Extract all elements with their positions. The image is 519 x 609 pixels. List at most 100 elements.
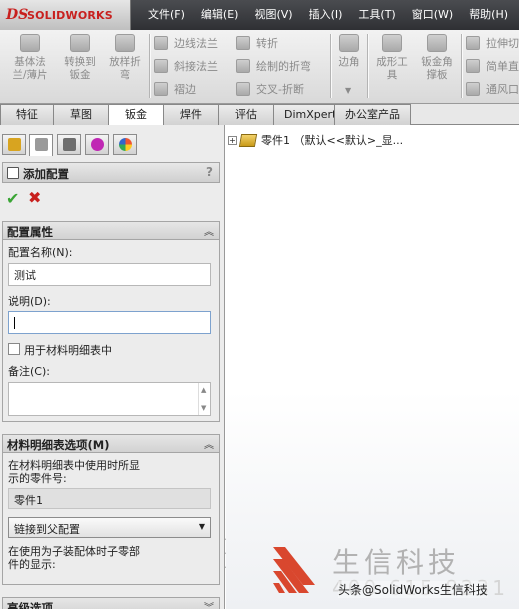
command-manager-tabs: 特征 草图 钣金 焊件 评估 DimXpert 办公室产品 — [0, 104, 519, 125]
menu-file[interactable]: 文件(F) — [140, 0, 193, 30]
lofted-bend-icon — [115, 34, 135, 52]
description-label: 说明(D): — [8, 295, 51, 308]
feature-tree-icon — [8, 138, 21, 151]
gusset-label-2: 撑板 — [426, 69, 448, 81]
forming-tool-button[interactable]: 成形工 具 — [370, 34, 414, 82]
corners-icon — [339, 34, 359, 52]
feature-manager-tab[interactable] — [2, 134, 26, 155]
menu-edit[interactable]: 编辑(E) — [193, 0, 247, 30]
ribbon-divider — [330, 34, 331, 98]
menu-tools[interactable]: 工具(T) — [350, 0, 403, 30]
convert-to-sheet-metal-button[interactable]: 转换到 钣金 — [58, 34, 102, 82]
page-title: 添加配置 — [23, 167, 69, 181]
corners-label: 边角 — [338, 56, 360, 68]
help-button[interactable]: ? — [206, 165, 213, 179]
comment-field[interactable]: ▲ ▼ — [8, 382, 211, 416]
group-header[interactable]: 高级选项 ︾ — [3, 598, 219, 609]
configuration-manager-tab[interactable] — [57, 134, 81, 155]
simple-hole-label: 简单直 — [486, 60, 519, 73]
chevron-down-icon: ▼ — [198, 522, 205, 531]
menu-help[interactable]: 帮助(H) — [461, 0, 516, 30]
simple-hole-button[interactable]: 简单直 — [466, 58, 519, 74]
menu-bar: DS SOLIDWORKS 文件(F) 编辑(E) 视图(V) 插入(I) 工具… — [0, 0, 519, 30]
group-title: 材料明细表选项(M) — [7, 438, 110, 452]
comment-scrollbar[interactable]: ▲ ▼ — [198, 383, 210, 415]
tab-sheet-metal[interactable]: 钣金 — [108, 104, 164, 125]
scroll-down-icon[interactable]: ▼ — [201, 404, 206, 412]
forming-tool-label-1: 成形工 — [376, 56, 408, 68]
dimxpert-target-icon — [91, 138, 104, 151]
ds-logo-mark: DS — [6, 7, 29, 23]
ok-button[interactable]: ✔ — [6, 189, 19, 208]
display-manager-tab[interactable] — [113, 134, 137, 155]
sheet-metal-ribbon: 基体法 兰/薄片 转换到 钣金 放样折 弯 边线法兰 斜接法兰 褶边 转折 绘制… — [0, 30, 519, 104]
expand-icon[interactable]: ︾ — [204, 599, 214, 609]
sheet-metal-gusset-button[interactable]: 钣金角 撑板 — [415, 34, 459, 82]
main-menu: 文件(F) 编辑(E) 视图(V) 插入(I) 工具(T) 窗口(W) 帮助(H… — [140, 0, 516, 30]
extruded-cut-icon — [466, 36, 480, 50]
corners-button[interactable]: 边角 — [333, 34, 365, 69]
configuration-name-field[interactable]: 测试 — [8, 263, 211, 286]
description-field[interactable] — [8, 311, 211, 334]
convert-label-2: 钣金 — [69, 69, 91, 81]
vent-button[interactable]: 通风口 — [466, 81, 519, 97]
tab-dimxpert[interactable]: DimXpert — [273, 104, 336, 125]
collapse-icon[interactable]: ︽ — [204, 223, 214, 238]
scroll-up-icon[interactable]: ▲ — [201, 386, 206, 394]
advanced-options-group: 高级选项 ︾ — [2, 597, 220, 609]
menu-view[interactable]: 视图(V) — [246, 0, 300, 30]
cross-break-icon — [236, 82, 250, 96]
configuration-icon — [63, 138, 76, 151]
add-configuration-icon — [7, 167, 19, 179]
feature-tree-flyout[interactable]: + 零件1 （默认<<默认>_显... — [228, 132, 403, 148]
ribbon-divider — [367, 34, 368, 98]
display-pie-icon — [119, 138, 132, 151]
select-value: 链接到父配置 — [14, 523, 80, 536]
forming-tool-label-2: 具 — [386, 69, 398, 81]
lofted-bend-button[interactable]: 放样折 弯 — [103, 34, 147, 82]
watermark-logo — [273, 547, 315, 593]
part-number-source-select[interactable]: 链接到父配置 ▼ — [8, 517, 211, 538]
use-in-bom-checkbox[interactable] — [8, 343, 20, 355]
group-header[interactable]: 配置属性 ︽ — [3, 222, 219, 240]
jog-label: 转折 — [256, 37, 278, 50]
miter-flange-button[interactable]: 斜接法兰 — [154, 58, 218, 74]
tab-weldments[interactable]: 焊件 — [163, 104, 219, 125]
graphics-area[interactable]: + 零件1 （默认<<默认>_显... — [226, 125, 519, 609]
collapse-icon[interactable]: ︽ — [204, 436, 214, 451]
cross-break-button[interactable]: 交叉-折断 — [236, 81, 304, 97]
group-title: 高级选项 — [7, 601, 53, 609]
bom-options-group: 材料明细表选项(M) ︽ 在材料明细表中使用时所显 示的零件号: 零件1 链接到… — [2, 434, 220, 585]
edge-flange-label: 边线法兰 — [174, 37, 218, 50]
tab-evaluate[interactable]: 评估 — [218, 104, 274, 125]
dimxpert-manager-tab[interactable] — [85, 134, 109, 155]
extruded-cut-label: 拉伸切 — [486, 37, 519, 50]
expand-icon[interactable]: + — [228, 135, 237, 145]
simple-hole-icon — [466, 59, 480, 73]
sketched-bend-button[interactable]: 绘制的折弯 — [236, 58, 311, 74]
tab-sketch[interactable]: 草图 — [53, 104, 109, 125]
hem-button[interactable]: 褶边 — [154, 81, 196, 97]
group-header[interactable]: 材料明细表选项(M) ︽ — [3, 435, 219, 453]
property-manager-tab[interactable] — [29, 134, 53, 156]
corners-dropdown-icon[interactable]: ▼ — [345, 86, 351, 95]
base-flange-button[interactable]: 基体法 兰/薄片 — [8, 34, 52, 82]
edge-flange-button[interactable]: 边线法兰 — [154, 35, 218, 51]
convert-label-1: 转换到 — [64, 56, 96, 68]
use-in-bom-label: 用于材料明细表中 — [24, 344, 112, 357]
jog-button[interactable]: 转折 — [236, 35, 278, 51]
cancel-button[interactable]: ✖ — [28, 188, 41, 207]
tab-features[interactable]: 特征 — [0, 104, 54, 125]
solidworks-logo[interactable]: DS SOLIDWORKS — [0, 0, 131, 30]
configuration-properties-group: 配置属性 ︽ 配置名称(N): 测试 说明(D): 用于材料明细表中 备注(C)… — [2, 221, 220, 422]
menu-window[interactable]: 窗口(W) — [404, 0, 461, 30]
miter-flange-label: 斜接法兰 — [174, 60, 218, 73]
tab-office-products[interactable]: 办公室产品 — [334, 104, 411, 125]
convert-to-sheet-metal-icon — [70, 34, 90, 52]
menu-insert[interactable]: 插入(I) — [301, 0, 351, 30]
part-name[interactable]: 零件1 （默认<<默认>_显... — [261, 132, 403, 148]
bom-part-number-text-2: 示的零件号: — [8, 472, 67, 485]
property-manager-icon — [35, 138, 48, 151]
extruded-cut-button[interactable]: 拉伸切 — [466, 35, 519, 51]
solidworks-wordmark: SOLIDWORKS — [27, 9, 113, 22]
